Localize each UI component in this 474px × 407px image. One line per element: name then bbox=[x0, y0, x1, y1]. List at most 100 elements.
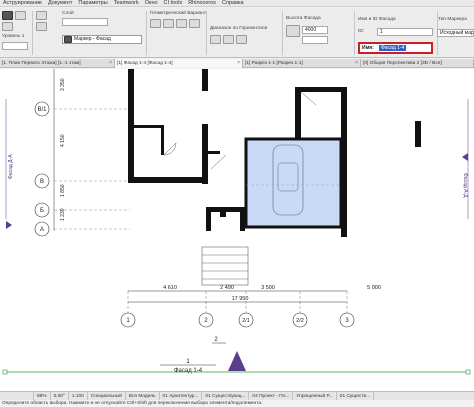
id-field[interactable]: 1 bbox=[377, 28, 433, 36]
id-label: ID: bbox=[358, 29, 365, 34]
axis-bubble: 2/1 bbox=[238, 312, 254, 328]
dim-horizontal-4: 5 000 bbox=[367, 285, 381, 291]
dim-vertical-3: 1 850 bbox=[60, 184, 66, 197]
tab-label: [1] Разрез 1-1 [Разрез 1-1] bbox=[245, 61, 303, 66]
axis-bubble: В bbox=[34, 173, 50, 189]
mvo-combo[interactable]: 01 Существующ... bbox=[202, 392, 250, 400]
undo-field[interactable] bbox=[0, 392, 34, 400]
hint-text: Определите область выбора. Нажмите и не … bbox=[0, 400, 474, 407]
info-box-toolbar: Уровень 1 Слой Маркер - Фасад Геометриче… bbox=[0, 8, 474, 58]
status-bar: 88% 0.00° 1:100 Специальный Вся Модель 0… bbox=[0, 391, 474, 400]
level-field[interactable] bbox=[2, 42, 28, 50]
elevation-marker-icon[interactable] bbox=[228, 351, 246, 371]
project-combo[interactable]: 04 Проект - Пл... bbox=[249, 392, 294, 400]
stair bbox=[201, 246, 249, 286]
axis-bubble: В/1 bbox=[34, 101, 50, 117]
svg-text:В/1: В/1 bbox=[37, 107, 47, 113]
zoom-field[interactable]: 88% bbox=[34, 392, 51, 400]
wall bbox=[240, 207, 245, 231]
svg-text:А: А bbox=[40, 227, 44, 233]
tab-3d[interactable]: [0] Общая Перспектива 2 [3D / Все] bbox=[361, 59, 474, 68]
drawing-canvas[interactable]: 3 350 4 150 1 850 1 230 В/1 В Б А 4 610 … bbox=[0, 69, 474, 391]
selection-handle[interactable] bbox=[465, 369, 471, 375]
variant-a-icon[interactable] bbox=[150, 19, 161, 28]
layer-field[interactable] bbox=[62, 18, 108, 26]
variant-b-icon[interactable] bbox=[163, 19, 174, 28]
scale-field[interactable]: 1:100 bbox=[69, 392, 88, 400]
close-icon[interactable]: × bbox=[237, 59, 240, 68]
dim-vertical-1: 3 350 bbox=[60, 78, 66, 91]
svg-text:В: В bbox=[40, 179, 44, 185]
section-label: 2 bbox=[214, 337, 218, 343]
angle-field[interactable]: 0.00° bbox=[51, 392, 69, 400]
menu-item[interactable]: Rhinoceros bbox=[185, 0, 219, 6]
name-id-label: Имя и ID Фасада bbox=[358, 17, 396, 22]
menu-item[interactable]: CI tools bbox=[161, 0, 186, 6]
elevation-marker-icon[interactable] bbox=[462, 153, 468, 161]
depth-field[interactable] bbox=[302, 36, 328, 44]
geom-variant-label: Геометрический Вариант bbox=[150, 11, 207, 16]
renovation-combo[interactable]: 01 Существ... bbox=[337, 392, 375, 400]
axis-bubble: 3 bbox=[339, 312, 355, 328]
model-view[interactable]: Вся Модель bbox=[126, 392, 160, 400]
range-b-icon[interactable] bbox=[223, 35, 234, 44]
floor-plan-drawing: 3 350 4 150 1 850 1 230 В/1 В Б А 4 610 … bbox=[2, 69, 471, 375]
name-field[interactable]: Имя: Фасад 1-4 bbox=[358, 42, 433, 54]
marker-name: Фасад 1-4 bbox=[174, 368, 203, 374]
override-combo[interactable]: Упрощенный Р... bbox=[293, 392, 337, 400]
range-a-icon[interactable] bbox=[210, 35, 221, 44]
wall bbox=[128, 69, 134, 183]
menu-item[interactable]: Документ bbox=[45, 0, 75, 6]
marquee-tool-icon[interactable] bbox=[15, 11, 26, 20]
menu-item[interactable]: Справка bbox=[219, 0, 247, 6]
tab-section[interactable]: [1] Разрез 1-1 [Разрез 1-1] × bbox=[243, 59, 361, 68]
view-tabs: [1. План Первого Этажа] [1.-1 этаж] × [1]… bbox=[0, 59, 474, 68]
menu-item[interactable]: Окно bbox=[142, 0, 161, 6]
column bbox=[220, 211, 226, 217]
menu-bar: Аструирование Документ Параметры Teamwor… bbox=[0, 0, 474, 7]
wall bbox=[295, 87, 347, 92]
range-c-icon[interactable] bbox=[236, 35, 247, 44]
dim-vertical-4: 1 230 bbox=[60, 208, 66, 221]
axis-bubble: Б bbox=[34, 202, 50, 218]
tab-floor-plan[interactable]: [1. План Первого Этажа] [1.-1 этаж] × bbox=[0, 59, 115, 68]
svg-text:2/1: 2/1 bbox=[242, 318, 250, 324]
dim-horizontal-2: 2 490 bbox=[220, 285, 234, 291]
svg-text:Б: Б bbox=[40, 208, 44, 214]
variant-c-icon[interactable] bbox=[176, 19, 187, 28]
divider bbox=[354, 11, 355, 55]
axis-bubble: 2/2 bbox=[292, 312, 308, 328]
elevation-marker-icon[interactable] bbox=[6, 221, 12, 229]
wall bbox=[161, 125, 164, 155]
variant-d-icon[interactable] bbox=[189, 19, 200, 28]
wall bbox=[128, 177, 208, 183]
menu-item[interactable]: Teamwork bbox=[111, 0, 142, 6]
arrow-tool-icon[interactable] bbox=[2, 11, 13, 20]
view-combo[interactable]: 01 Архитектур... bbox=[160, 392, 203, 400]
marker-type-select[interactable]: Исходный маркер bbox=[437, 29, 474, 37]
pen-icon[interactable] bbox=[36, 22, 47, 31]
height-label: Высота Фасада bbox=[286, 16, 321, 21]
elevation-right-label: Фасад А-Д bbox=[462, 173, 468, 198]
layer-combo[interactable]: Специальный bbox=[88, 392, 126, 400]
divider bbox=[282, 11, 283, 55]
marker-select[interactable]: Маркер - Фасад bbox=[62, 35, 142, 44]
close-icon[interactable]: × bbox=[355, 59, 358, 68]
menu-item[interactable]: Параметры bbox=[75, 0, 110, 6]
wall bbox=[202, 69, 208, 91]
height-field[interactable]: 4000 bbox=[302, 26, 328, 34]
menu-item[interactable]: Аструирование bbox=[0, 0, 45, 6]
elevation-left-label: Фасад Д-А bbox=[8, 154, 14, 179]
layer-label: Слой bbox=[62, 11, 74, 16]
close-icon[interactable]: × bbox=[109, 59, 112, 68]
settings-icon[interactable] bbox=[2, 22, 13, 31]
wall bbox=[295, 87, 301, 139]
divider bbox=[32, 11, 33, 55]
mode-icon[interactable] bbox=[36, 11, 47, 20]
marker-type-label: Тип Маркера bbox=[438, 17, 467, 22]
garage-zone bbox=[244, 137, 343, 229]
wall bbox=[341, 87, 347, 237]
tab-elevation[interactable]: [1] Фасад 1-4 [Фасад 1-4] × bbox=[115, 59, 243, 68]
selection-handle[interactable] bbox=[2, 369, 8, 375]
marker-select-value: Маркер - Фасад bbox=[74, 36, 111, 42]
